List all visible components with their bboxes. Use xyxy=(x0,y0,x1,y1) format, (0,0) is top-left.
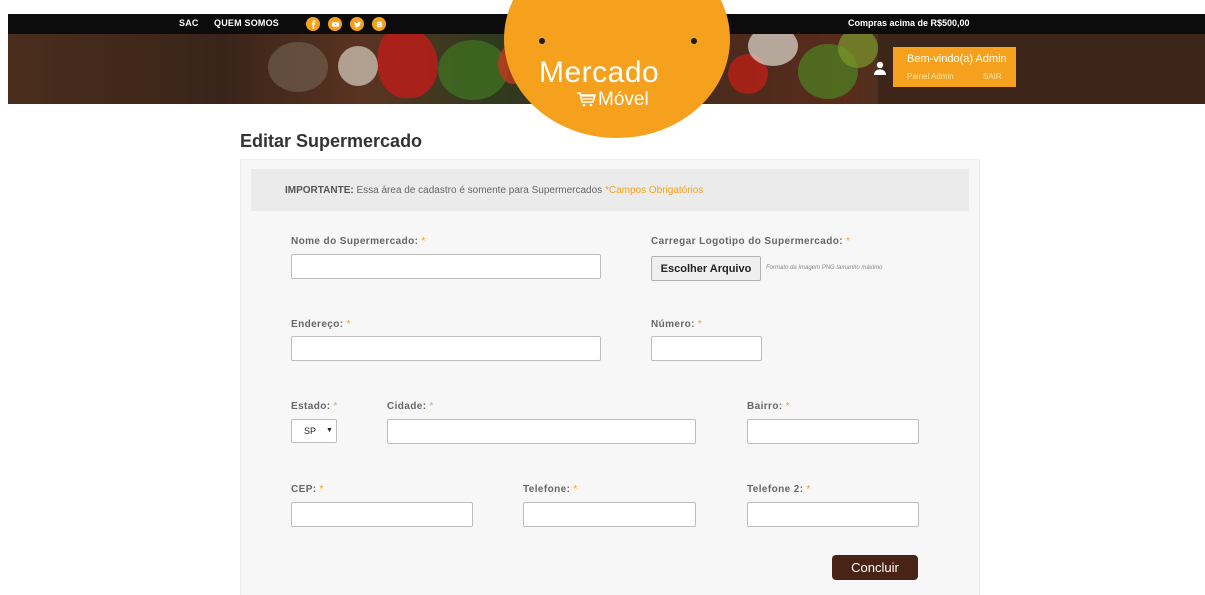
sac-link[interactable]: SAC xyxy=(179,18,199,28)
welcome-text: Bem-vindo(a) Admin xyxy=(907,53,1007,65)
telefone-input[interactable] xyxy=(523,502,696,527)
telefone2-input[interactable] xyxy=(747,502,919,527)
youtube-icon[interactable] xyxy=(328,17,342,31)
cart-icon xyxy=(577,92,596,107)
nome-label: Nome do Supermercado: * xyxy=(291,236,426,247)
file-hint: Formato da Imagem PNG tamanho máximo xyxy=(766,265,883,271)
estado-select[interactable]: SP ▼ xyxy=(291,419,337,443)
bairro-input[interactable] xyxy=(747,419,919,444)
user-icon xyxy=(874,61,886,75)
notice-body: Essa área de cadastro é somente para Sup… xyxy=(353,185,605,196)
logo-title[interactable]: Mercado xyxy=(539,58,659,88)
page-title: Editar Supermercado xyxy=(240,131,423,151)
logo-subtitle: Móvel xyxy=(598,89,649,110)
cidade-label: Cidade: * xyxy=(387,401,434,412)
estado-label: Estado: * xyxy=(291,401,338,412)
facebook-icon[interactable] xyxy=(306,17,320,31)
cep-input[interactable] xyxy=(291,502,473,527)
promo-text: Compras acima de R$500,00 xyxy=(848,18,970,28)
form-panel xyxy=(240,159,980,595)
logo-hook-left xyxy=(539,38,545,44)
numero-label: Número: * xyxy=(651,319,703,330)
numero-input[interactable] xyxy=(651,336,762,361)
notice-text: IMPORTANTE: Essa área de cadastro é some… xyxy=(285,185,703,196)
cep-label: CEP: * xyxy=(291,484,324,495)
logout-link[interactable]: SAIR xyxy=(983,72,1002,81)
notice-box: IMPORTANTE: Essa área de cadastro é some… xyxy=(251,169,969,211)
nome-input[interactable] xyxy=(291,254,601,279)
chevron-down-icon: ▼ xyxy=(326,427,333,434)
endereco-input[interactable] xyxy=(291,336,601,361)
logo-label: Carregar Logotipo do Supermercado: * xyxy=(651,236,851,247)
logo-hook-right xyxy=(691,38,697,44)
notice-strong: IMPORTANTE: xyxy=(285,185,354,196)
choose-file-button[interactable]: Escolher Arquivo xyxy=(651,256,761,281)
admin-panel-link[interactable]: Painel Admin xyxy=(907,72,954,81)
quem-somos-link[interactable]: QUEM SOMOS xyxy=(214,18,279,28)
twitter-icon[interactable] xyxy=(350,17,364,31)
telefone-label: Telefone: * xyxy=(523,484,578,495)
telefone2-label: Telefone 2: * xyxy=(747,484,811,495)
estado-value: SP xyxy=(304,426,317,436)
cidade-input[interactable] xyxy=(387,419,696,444)
submit-button[interactable]: Concluir xyxy=(832,555,918,580)
endereco-label: Endereço: * xyxy=(291,319,351,330)
bairro-label: Bairro: * xyxy=(747,401,790,412)
blogger-icon[interactable] xyxy=(372,17,386,31)
required-note: *Campos Obrigatórios xyxy=(604,185,704,196)
welcome-box: Bem-vindo(a) Admin Painel Admin SAIR xyxy=(893,47,1016,87)
